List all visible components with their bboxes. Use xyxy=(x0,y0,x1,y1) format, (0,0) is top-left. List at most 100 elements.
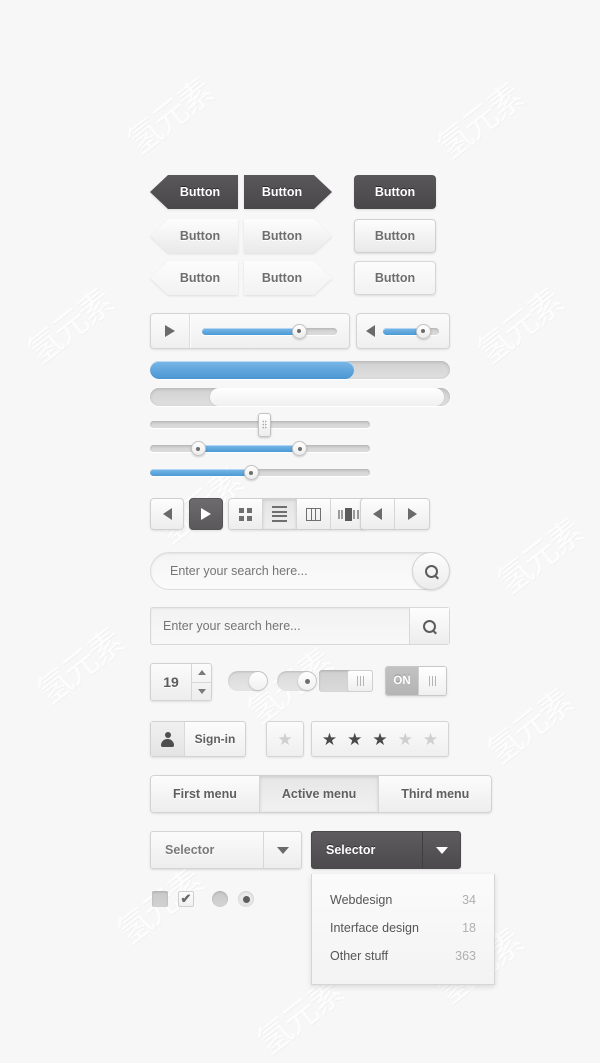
progress-bar-blue[interactable] xyxy=(150,361,450,379)
checkbox-checked[interactable]: ✔ xyxy=(178,891,194,907)
tab-active-menu[interactable]: Active menu xyxy=(259,776,380,812)
progress-bar-white[interactable] xyxy=(150,388,450,406)
search-icon xyxy=(424,564,438,578)
search-button[interactable] xyxy=(409,608,449,644)
user-icon-box xyxy=(151,722,185,756)
sign-in-button[interactable]: Sign-in xyxy=(150,721,246,757)
star-icon[interactable]: ★ xyxy=(398,731,413,748)
speaker-icon xyxy=(365,325,375,337)
view-list-button[interactable] xyxy=(263,499,297,529)
button-label: Button xyxy=(179,229,221,243)
stepper-down-button[interactable] xyxy=(192,683,211,701)
pager-next-button[interactable] xyxy=(395,499,429,529)
button-rect-light-alt[interactable]: Button xyxy=(354,261,436,295)
selector-label: Selector xyxy=(165,843,215,857)
search-icon xyxy=(423,619,436,633)
button-arrow-right-light-alt[interactable]: Button xyxy=(244,261,332,295)
button-arrow-right-light[interactable]: Button xyxy=(244,219,332,253)
search-pill[interactable] xyxy=(150,552,450,590)
button-arrow-left-dark[interactable]: Button xyxy=(150,175,238,209)
slider-track[interactable] xyxy=(150,412,370,437)
star-icon[interactable]: ★ xyxy=(372,731,387,748)
dropdown-item-count: 363 xyxy=(455,949,476,963)
single-star-button[interactable]: ★ xyxy=(266,721,304,757)
slider-handle-high[interactable] xyxy=(292,441,308,456)
transport-prev-button[interactable] xyxy=(150,498,184,530)
transport-controls xyxy=(150,498,223,530)
pager-prev-button[interactable] xyxy=(361,499,395,529)
view-grid-button[interactable] xyxy=(229,499,263,529)
dropdown-item[interactable]: Webdesign 34 xyxy=(312,886,494,914)
play-icon xyxy=(165,325,175,337)
selector-light[interactable]: Selector xyxy=(150,831,302,869)
arrow-left-icon xyxy=(373,508,382,520)
button-rect-light[interactable]: Button xyxy=(354,219,436,253)
tab-first-menu[interactable]: First menu xyxy=(151,776,260,812)
number-stepper[interactable]: 19 xyxy=(150,663,212,701)
button-rect-dark[interactable]: Button xyxy=(354,175,436,209)
caret-down-icon xyxy=(197,688,206,694)
volume-slider[interactable] xyxy=(383,314,449,348)
dropdown-item[interactable]: Interface design 18 xyxy=(312,914,494,942)
star-icon[interactable]: ★ xyxy=(322,731,337,748)
view-mode-segmented xyxy=(228,498,366,530)
column-view-icon xyxy=(306,507,321,521)
button-label: Button xyxy=(374,271,416,285)
selector-dark[interactable]: Selector xyxy=(311,831,461,869)
search-box[interactable] xyxy=(150,607,450,645)
toggle-switch-rect[interactable] xyxy=(319,670,373,692)
slider-fill xyxy=(198,445,300,452)
toggle-knob xyxy=(418,667,446,695)
selector-toggle-button[interactable] xyxy=(422,832,460,868)
grip-lines-icon xyxy=(356,676,364,686)
form-controls-row: ✔ xyxy=(152,891,254,907)
sign-in-label: Sign-in xyxy=(194,732,236,746)
star-icon[interactable]: ★ xyxy=(423,731,438,748)
button-label: Button xyxy=(179,185,221,199)
chevron-down-icon xyxy=(276,846,289,854)
button-row-light: Button Button Button xyxy=(150,219,436,253)
progress-track[interactable] xyxy=(202,323,337,339)
search-button[interactable] xyxy=(412,552,450,590)
selector-toggle-button[interactable] xyxy=(263,832,301,868)
radio-selected[interactable] xyxy=(238,891,254,907)
radio-unselected[interactable] xyxy=(212,891,228,907)
tab-third-menu[interactable]: Third menu xyxy=(379,776,492,812)
toggle-on-switch[interactable]: ON xyxy=(385,666,447,696)
search-input[interactable] xyxy=(151,564,449,578)
progress-bar-fill xyxy=(210,388,444,406)
media-progress-slider[interactable] xyxy=(190,314,349,348)
star-icon[interactable]: ★ xyxy=(347,731,362,748)
volume-handle[interactable] xyxy=(415,323,431,339)
slider-track[interactable] xyxy=(150,441,370,456)
view-columns-button[interactable] xyxy=(297,499,331,529)
transport-next-button[interactable] xyxy=(189,498,223,530)
button-arrow-left-light[interactable]: Button xyxy=(150,219,238,253)
toggle-switch-dot[interactable] xyxy=(277,671,317,691)
coverflow-view-icon xyxy=(337,507,359,521)
stepper-up-button[interactable] xyxy=(192,664,211,683)
selector-label: Selector xyxy=(326,843,376,857)
slider-handle-grip[interactable] xyxy=(257,412,271,437)
button-arrow-left-light-alt[interactable]: Button xyxy=(150,261,238,295)
slider-handle-low[interactable] xyxy=(190,441,206,456)
button-row-light-alt: Button Button Button xyxy=(150,261,436,295)
pager-segmented xyxy=(360,498,430,530)
volume-track[interactable] xyxy=(383,323,439,339)
search-input[interactable] xyxy=(151,608,409,644)
toggle-switch-plain[interactable] xyxy=(228,671,268,691)
star-rating: ★ ★ ★ ★ ★ xyxy=(311,721,449,757)
tab-label: Third menu xyxy=(401,787,470,801)
button-arrow-right-dark[interactable]: Button xyxy=(244,175,332,209)
dropdown-item[interactable]: Other stuff 363 xyxy=(312,942,494,970)
slider-track[interactable] xyxy=(150,465,370,480)
user-icon xyxy=(160,731,175,747)
checkbox-unchecked[interactable] xyxy=(152,891,168,907)
volume-button[interactable] xyxy=(357,314,383,348)
slider-handle[interactable] xyxy=(243,465,259,480)
button-label: Button xyxy=(261,185,303,199)
button-label: Button xyxy=(261,271,303,285)
progress-handle[interactable] xyxy=(291,323,307,339)
dropdown-menu: Webdesign 34 Interface design 18 Other s… xyxy=(311,874,495,985)
play-button[interactable] xyxy=(151,314,189,348)
